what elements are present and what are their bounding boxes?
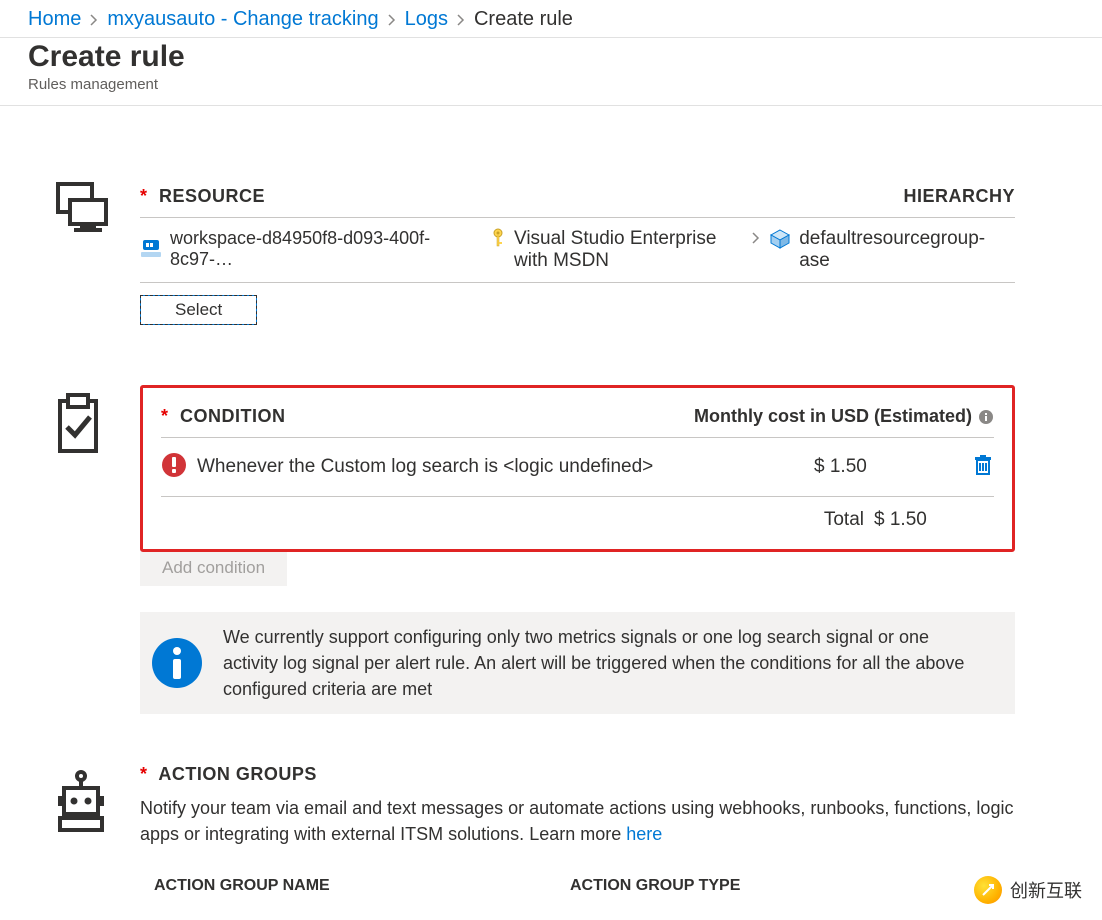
key-icon — [490, 228, 506, 252]
condition-total-row: Total $ 1.50 — [161, 497, 994, 549]
robot-icon — [50, 768, 112, 832]
total-label: Total — [824, 509, 864, 531]
page-header: Create rule Rules management — [0, 38, 1102, 106]
breadcrumb-logs[interactable]: Logs — [405, 8, 448, 31]
page-title: Create rule — [28, 40, 1074, 74]
action-groups-description: Notify your team via email and text mess… — [140, 789, 1015, 847]
watermark-text: 创新互联 — [1010, 877, 1082, 903]
watermark-icon — [974, 876, 1002, 904]
action-groups-description-text: Notify your team via email and text mess… — [140, 798, 1013, 844]
breadcrumb-automation[interactable]: mxyausauto - Change tracking — [107, 8, 378, 31]
chevron-right-icon — [456, 14, 466, 26]
required-star: * — [140, 764, 148, 784]
condition-info-box: We currently support configuring only tw… — [140, 612, 1015, 714]
page-subtitle: Rules management — [28, 76, 1074, 93]
hierarchy-subscription: Visual Studio Enterprise with MSDN — [514, 228, 743, 272]
chevron-right-icon — [387, 14, 397, 26]
condition-text: Whenever the Custom log search is <logic… — [197, 456, 814, 478]
action-groups-title: * ACTION GROUPS — [140, 764, 1015, 789]
condition-row[interactable]: Whenever the Custom log search is <logic… — [161, 438, 994, 497]
chevron-right-icon — [89, 14, 99, 26]
resource-title: * RESOURCE — [140, 186, 265, 207]
watermark: 创新互联 — [964, 870, 1092, 910]
condition-highlight: * CONDITION Monthly cost in USD (Estimat… — [140, 385, 1015, 552]
clipboard-check-icon — [50, 393, 106, 455]
required-star: * — [140, 186, 148, 206]
workspace-icon — [140, 238, 162, 260]
resource-icon — [50, 180, 114, 236]
condition-cost: $ 1.50 — [814, 456, 954, 478]
action-groups-section: * ACTION GROUPS Notify your team via ema… — [50, 764, 1052, 895]
required-star: * — [161, 406, 169, 426]
condition-info-text: We currently support configuring only tw… — [213, 612, 1015, 714]
resource-title-label: RESOURCE — [159, 186, 265, 206]
monthly-cost-header: Monthly cost in USD (Estimated) — [694, 406, 994, 427]
info-icon[interactable] — [978, 409, 994, 425]
breadcrumb: Home mxyausauto - Change tracking Logs C… — [0, 0, 1102, 38]
hierarchy-title: HIERARCHY — [903, 186, 1015, 207]
resource-row: workspace-d84950f8-d093-400f-8c97-… — [140, 218, 1015, 283]
action-group-type-header: ACTION GROUP TYPE — [570, 877, 740, 895]
action-group-table-headers: ACTION GROUP NAME ACTION GROUP TYPE — [140, 877, 1015, 895]
add-condition-button: Add condition — [140, 550, 287, 586]
resource-group-icon — [769, 228, 791, 254]
select-resource-button[interactable]: Select — [140, 295, 257, 325]
action-group-name-header: ACTION GROUP NAME — [140, 877, 570, 895]
action-groups-title-label: ACTION GROUPS — [158, 764, 317, 784]
resource-section: * RESOURCE HIERARCHY workspace- — [50, 176, 1052, 325]
hierarchy-resource-group: defaultresourcegroup-ase — [799, 228, 1015, 272]
info-icon — [151, 637, 203, 689]
condition-title-label: CONDITION — [180, 406, 286, 426]
resource-workspace-name: workspace-d84950f8-d093-400f-8c97-… — [170, 228, 490, 270]
breadcrumb-current: Create rule — [474, 8, 573, 31]
monthly-cost-label: Monthly cost in USD (Estimated) — [694, 406, 972, 427]
delete-condition-button[interactable] — [954, 454, 994, 480]
alert-icon — [161, 452, 187, 482]
condition-title: * CONDITION — [161, 406, 286, 427]
condition-section: * CONDITION Monthly cost in USD (Estimat… — [50, 385, 1052, 714]
chevron-right-icon — [751, 228, 761, 244]
learn-more-link[interactable]: here — [626, 824, 662, 844]
total-value: $ 1.50 — [874, 509, 954, 531]
breadcrumb-home[interactable]: Home — [28, 8, 81, 31]
